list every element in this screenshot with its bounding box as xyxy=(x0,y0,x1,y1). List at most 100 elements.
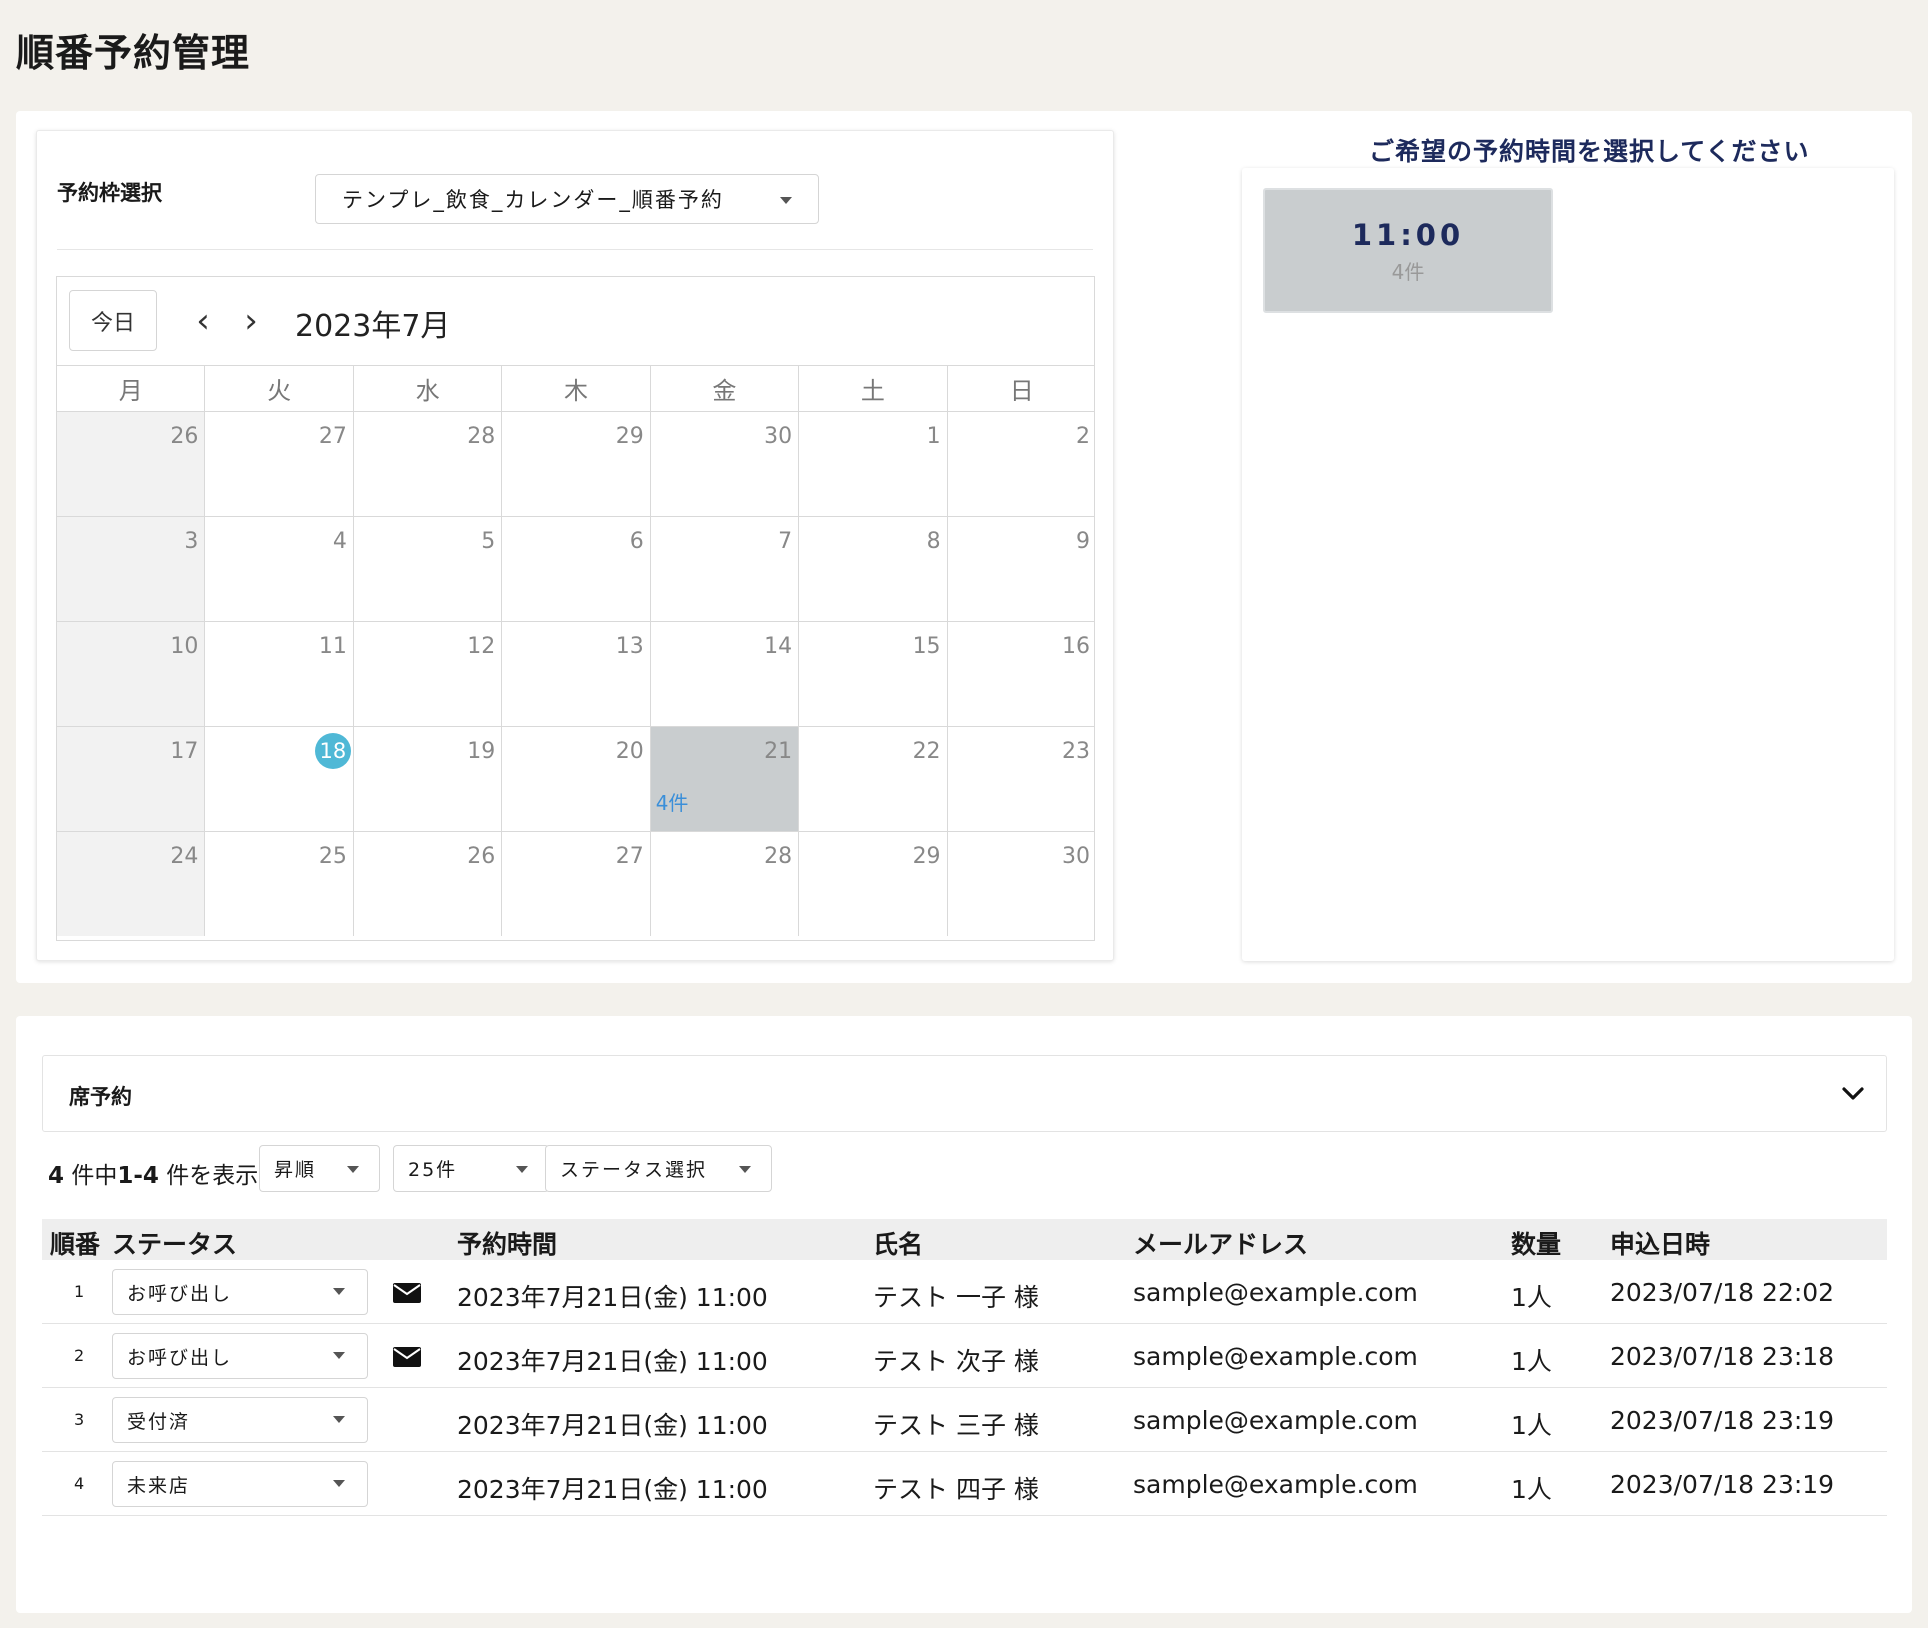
calendar-day-cell[interactable]: 4 xyxy=(205,516,354,621)
day-number: 18 xyxy=(314,733,351,769)
calendar-day-cell[interactable]: 27 xyxy=(502,831,651,936)
calendar-day-cell[interactable]: 13 xyxy=(502,621,651,726)
divider xyxy=(57,249,1093,250)
row-name: テスト 三子 様 xyxy=(873,1411,1039,1440)
weekday-header: 水 xyxy=(353,365,503,411)
day-number: 25 xyxy=(318,844,347,869)
row-no: 4 xyxy=(74,1474,85,1493)
calendar-day-cell[interactable]: 11 xyxy=(205,621,354,726)
day-reservation-count[interactable]: 4件 xyxy=(656,787,689,816)
chevron-right-icon[interactable]: › xyxy=(231,299,271,343)
caret-down-icon xyxy=(333,1480,345,1487)
row-name: テスト 四子 様 xyxy=(873,1475,1039,1504)
mail-icon[interactable] xyxy=(393,1347,421,1367)
count-total: 4 xyxy=(48,1163,65,1189)
calendar-day-cell[interactable]: 8 xyxy=(799,516,948,621)
chevron-left-icon[interactable]: ‹ xyxy=(183,299,223,343)
time-slot-card: 11:00 4件 xyxy=(1242,168,1894,961)
day-number: 26 xyxy=(170,424,199,449)
row-applied: 2023/07/18 23:18 xyxy=(1610,1342,1835,1371)
today-button[interactable]: 今日 xyxy=(69,290,157,351)
row-no: 1 xyxy=(74,1282,85,1301)
day-number: 9 xyxy=(1076,529,1090,554)
calendar-day-cell[interactable]: 22 xyxy=(799,726,948,831)
calendar-day-cell[interactable]: 1 xyxy=(799,411,948,516)
mail-icon[interactable] xyxy=(393,1283,421,1303)
calendar-day-cell[interactable]: 19 xyxy=(353,726,503,831)
day-number: 1 xyxy=(926,424,941,449)
calendar-day-cell[interactable]: 10 xyxy=(57,621,206,726)
calendar-day-cell[interactable]: 27 xyxy=(205,411,354,516)
calendar-day-cell[interactable]: 24 xyxy=(57,831,206,936)
day-number: 11 xyxy=(318,634,347,659)
calendar-day-cell[interactable]: 7 xyxy=(650,516,800,621)
day-number: 14 xyxy=(764,634,793,659)
row-applied: 2023/07/18 23:19 xyxy=(1610,1406,1835,1435)
row-qty: 1人 xyxy=(1511,1347,1552,1376)
calendar-day-cell[interactable]: 28 xyxy=(353,411,503,516)
month-title: 2023年7月 xyxy=(295,309,451,344)
day-number: 27 xyxy=(318,424,347,449)
calendar-day-cell[interactable]: 30 xyxy=(947,831,1094,936)
day-number: 26 xyxy=(467,844,496,869)
sort-order-value: 昇順 xyxy=(274,1159,317,1181)
weekday-header: 月 xyxy=(57,365,206,411)
row-status-select[interactable]: お呼び出し xyxy=(112,1333,368,1379)
header-status: ステータス xyxy=(112,1230,238,1259)
calendar-day-cell[interactable]: 26 xyxy=(353,831,503,936)
calendar-day-cell[interactable]: 2 xyxy=(947,411,1094,516)
row-time: 2023年7月21日(金) 11:00 xyxy=(457,1411,768,1440)
calendar-day-cell[interactable]: 23 xyxy=(947,726,1094,831)
sort-order-select[interactable]: 昇順 xyxy=(259,1145,380,1192)
day-number: 19 xyxy=(467,739,496,764)
status-filter-select[interactable]: ステータス選択 xyxy=(545,1145,772,1192)
day-number: 8 xyxy=(926,529,941,554)
row-status-select[interactable]: 未来店 xyxy=(112,1461,368,1507)
row-status-value: 未来店 xyxy=(127,1474,191,1497)
row-applied: 2023/07/18 22:02 xyxy=(1610,1278,1835,1307)
calendar-day-cell[interactable]: 17 xyxy=(57,726,206,831)
calendar-day-cell[interactable]: 16 xyxy=(947,621,1094,726)
calendar-day-cell[interactable]: 6 xyxy=(502,516,651,621)
row-qty: 1人 xyxy=(1511,1475,1552,1504)
calendar-day-cell[interactable]: 29 xyxy=(502,411,651,516)
calendar-day-cell[interactable]: 26 xyxy=(57,411,206,516)
calendar-day-cell[interactable]: 3 xyxy=(57,516,206,621)
calendar-day-cell[interactable]: 9 xyxy=(947,516,1094,621)
row-no: 2 xyxy=(74,1346,85,1365)
row-time: 2023年7月21日(金) 11:00 xyxy=(457,1283,768,1312)
calendar-day-cell[interactable]: 20 xyxy=(502,726,651,831)
chevron-down-icon[interactable] xyxy=(1838,1078,1868,1108)
calendar-day-cell[interactable]: 21 4件 xyxy=(650,726,800,831)
calendar-day-cell[interactable]: 14 xyxy=(650,621,800,726)
weekday-header: 木 xyxy=(502,365,651,411)
table-row: 3 受付済 2023年7月21日(金) 11:00 テスト 三子 様 sampl… xyxy=(42,1388,1887,1452)
reservation-frame-select[interactable]: テンプレ_飲食_カレンダー_順番予約 xyxy=(315,174,819,224)
calendar-grid: 月火水木金土日 26 27 28 29 30 1 2 3 4 5 6 7 8 9 10 11 12 13 14 15 16… xyxy=(57,365,1094,936)
row-no: 3 xyxy=(74,1410,85,1429)
calendar-day-cell[interactable]: 30 xyxy=(650,411,800,516)
calendar-day-cell[interactable]: 5 xyxy=(353,516,503,621)
row-status-value: お呼び出し xyxy=(127,1282,233,1305)
row-status-select[interactable]: お呼び出し xyxy=(112,1269,368,1315)
header-no: 順番 xyxy=(50,1230,101,1259)
calendar-day-cell[interactable]: 15 xyxy=(799,621,948,726)
time-slot-count: 4件 xyxy=(1391,260,1425,284)
calendar-day-cell[interactable]: 29 xyxy=(799,831,948,936)
calendar-day-cell[interactable]: 18 xyxy=(205,726,354,831)
day-number: 5 xyxy=(481,529,496,554)
day-number: 3 xyxy=(184,529,199,554)
page-size-select[interactable]: 25件 xyxy=(393,1145,549,1192)
section-accordion[interactable]: 席予約 xyxy=(42,1055,1887,1132)
header-name: 氏名 xyxy=(873,1230,924,1259)
row-status-value: お呼び出し xyxy=(127,1346,233,1369)
day-number: 2 xyxy=(1076,424,1090,449)
time-slot-button[interactable]: 11:00 4件 xyxy=(1263,188,1553,313)
calendar-day-cell[interactable]: 28 xyxy=(650,831,800,936)
day-number: 30 xyxy=(764,424,793,449)
calendar-day-cell[interactable]: 12 xyxy=(353,621,503,726)
day-number: 10 xyxy=(170,634,199,659)
row-status-select[interactable]: 受付済 xyxy=(112,1397,368,1443)
day-number: 21 xyxy=(764,739,793,764)
calendar-day-cell[interactable]: 25 xyxy=(205,831,354,936)
